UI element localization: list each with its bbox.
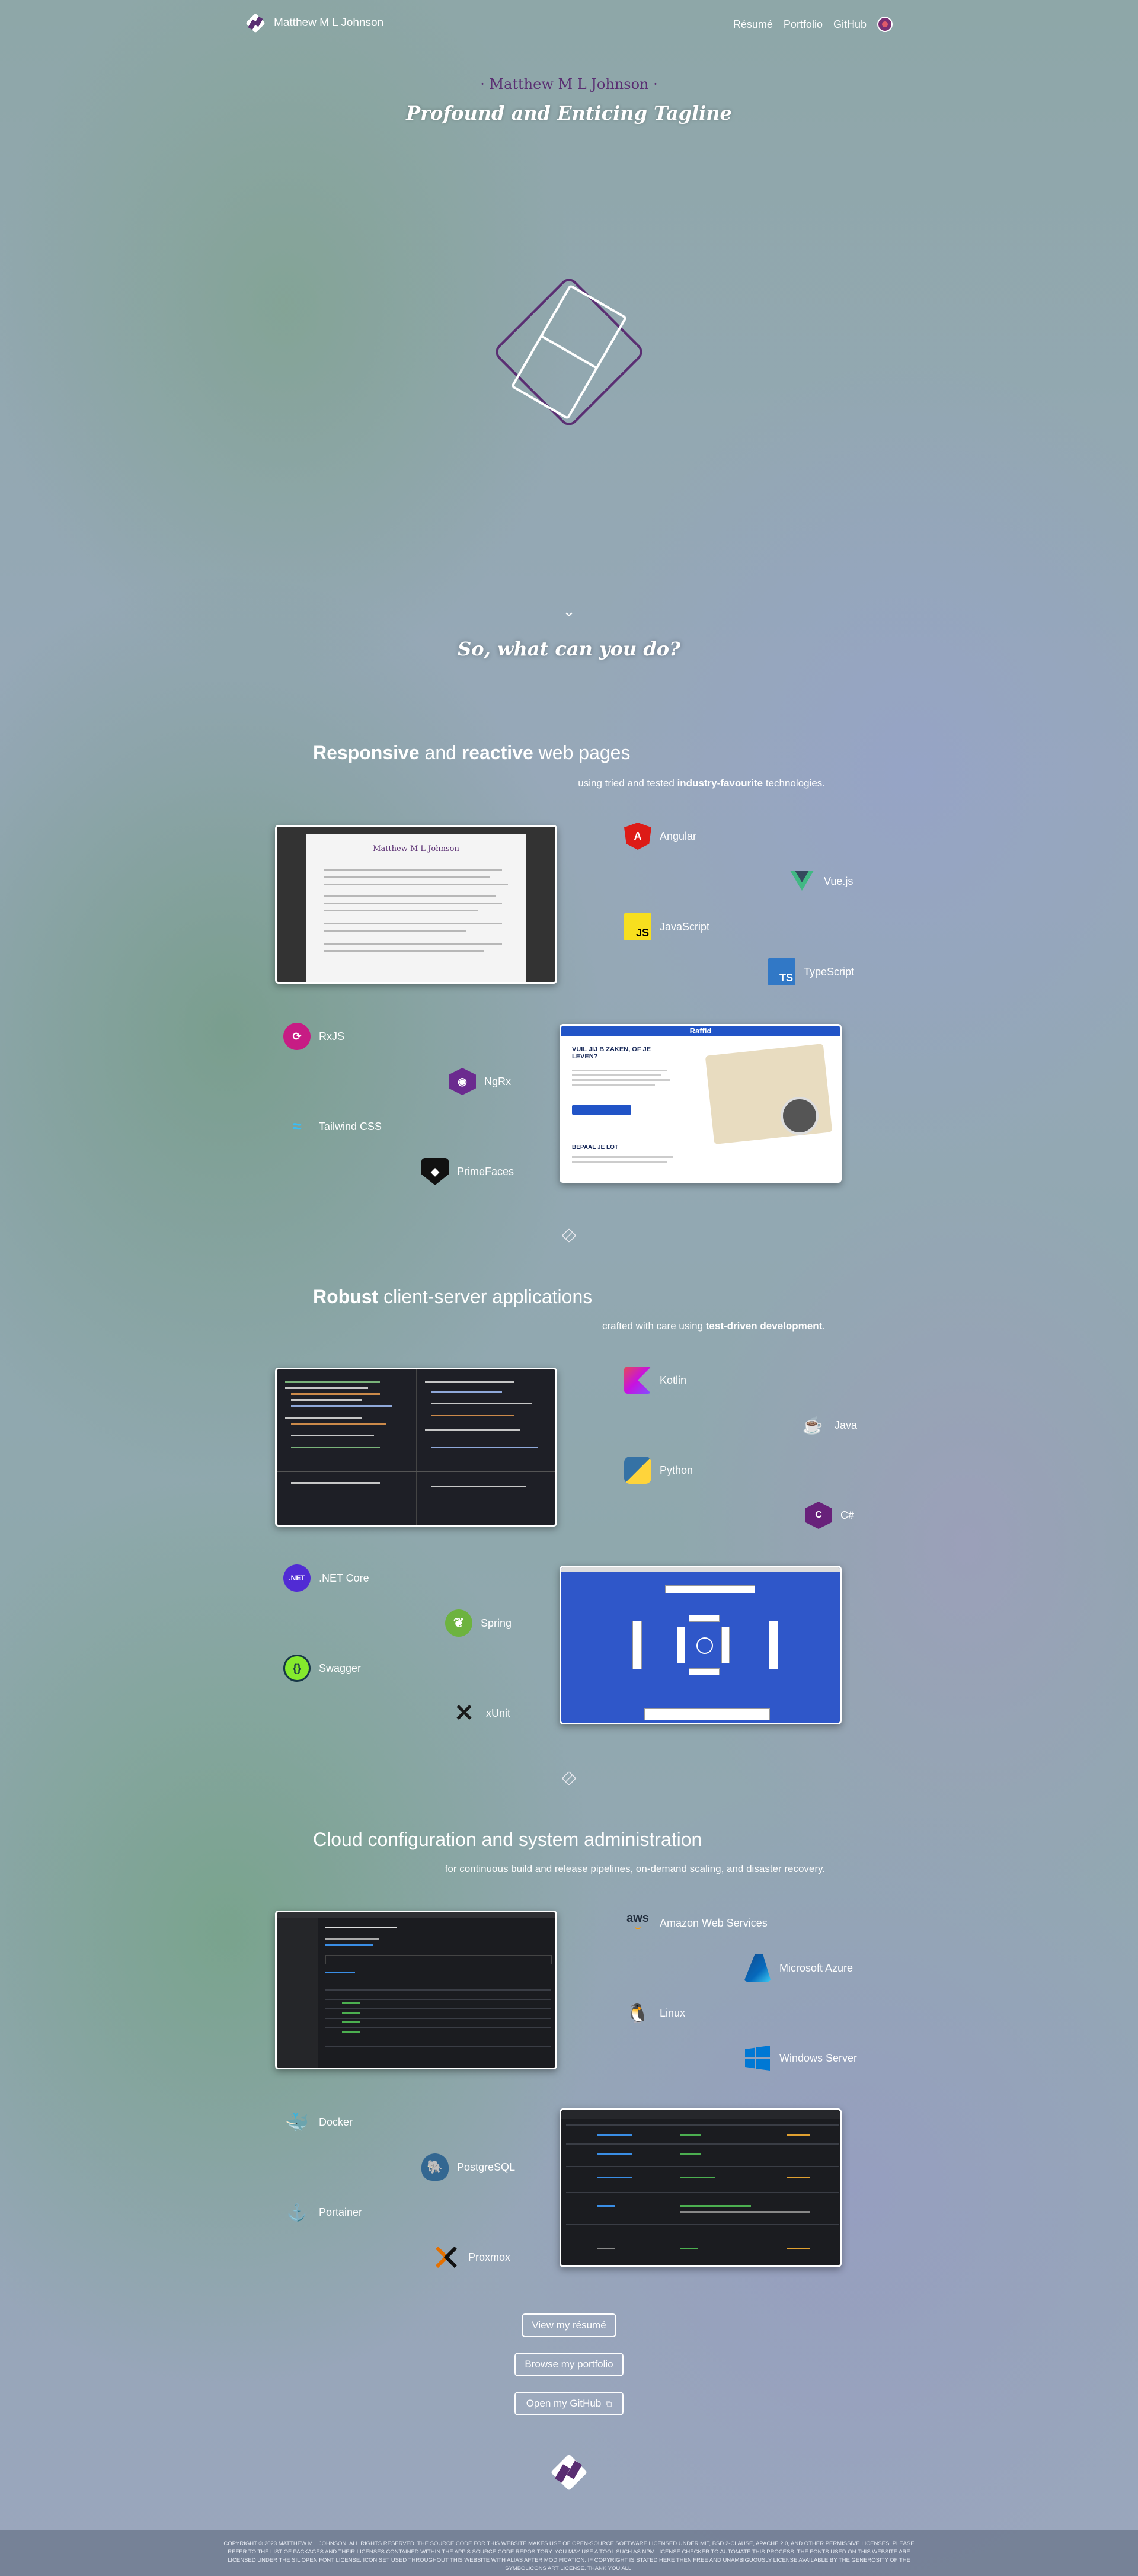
xunit-icon: ✕ — [454, 1700, 474, 1726]
tech-aws: aws ⌣ Amazon Web Services — [624, 1909, 768, 1937]
tech-primefaces: ◆ PrimeFaces — [421, 1158, 514, 1185]
tech-linux: 🐧 Linux — [624, 1999, 685, 2027]
screenshot-raffid: Raffid VUIL JIJ B ZAKEN, OF JE LEVEN? BE… — [560, 1024, 842, 1183]
chevron-down-icon[interactable]: ⌄ — [560, 602, 578, 620]
hero-logo-icon — [496, 279, 642, 425]
screenshot-mahjong — [560, 1566, 842, 1724]
open-github-button[interactable]: Open my GitHub ⧉ — [514, 2392, 624, 2415]
tech-angular: A Angular — [624, 823, 696, 850]
raffid-heading: VUIL JIJ B ZAKEN, OF JE LEVEN? — [572, 1046, 651, 1060]
windows-icon — [744, 2044, 771, 2072]
screenshot-azure-devops — [275, 1911, 557, 2069]
python-icon — [624, 1457, 651, 1484]
language-flag-icon[interactable] — [877, 17, 893, 32]
tech-ngrx: ◉ NgRx — [449, 1068, 511, 1095]
tech-windows-server: Windows Server — [744, 2044, 857, 2072]
ngrx-icon: ◉ — [449, 1068, 476, 1095]
tech-rxjs: ⟳ RxJS — [283, 1023, 344, 1050]
footer-logo-icon — [551, 2455, 587, 2490]
section-question: So, what can you do? — [458, 638, 680, 660]
nav-links: Résumé Portfolio GitHub — [733, 17, 893, 32]
tech-azure: Microsoft Azure — [744, 1954, 853, 1982]
tech-python: Python — [624, 1457, 693, 1484]
tech-typescript: TS TypeScript — [768, 958, 854, 985]
aws-icon: aws ⌣ — [626, 1912, 649, 1932]
swagger-icon: {} — [283, 1655, 311, 1682]
java-icon: ☕ — [802, 1416, 823, 1435]
tech-dotnet: .NET .NET Core — [283, 1564, 369, 1592]
open-github-label: Open my GitHub — [526, 2398, 602, 2409]
vue-icon — [788, 868, 816, 895]
browse-portfolio-button[interactable]: Browse my portfolio — [514, 2353, 624, 2376]
hero-tagline: Profound and Enticing Tagline — [406, 102, 732, 124]
raffid-logo-text: Raffid — [689, 1026, 712, 1035]
kotlin-icon — [624, 1367, 651, 1394]
csharp-icon: C — [805, 1502, 832, 1529]
tech-xunit: ✕ xUnit — [450, 1700, 510, 1727]
hero-name: · Matthew M L Johnson · — [480, 76, 658, 92]
tailwind-icon: ≈ — [292, 1117, 302, 1135]
javascript-icon: JS — [624, 913, 651, 940]
tech-portainer: ⚓ Portainer — [283, 2199, 362, 2226]
tech-javascript: JS JavaScript — [624, 913, 709, 940]
primefaces-icon: ◆ — [421, 1158, 449, 1185]
nav-link-resume[interactable]: Résumé — [733, 18, 773, 31]
divider-icon — [562, 1771, 576, 1785]
spring-icon: ❦ — [445, 1609, 472, 1637]
footer: COPYRIGHT © 2023 MATTHEW M L JOHNSON. AL… — [0, 2530, 1138, 2576]
screenshot-resume: Matthew M L Johnson — [275, 825, 557, 984]
resume-name-text: Matthew M L Johnson — [373, 844, 459, 853]
docker-icon: 🐳 — [285, 2111, 309, 2133]
raffid-heading-2: BEPAAL JE LOT — [572, 1144, 618, 1151]
proxmox-icon — [433, 2244, 460, 2271]
footer-copyright: COPYRIGHT © 2023 MATTHEW M L JOHNSON. AL… — [223, 2540, 915, 2572]
section-subtitle-apps: crafted with care using test-driven deve… — [602, 1320, 825, 1332]
tech-vue: Vue.js — [788, 868, 853, 895]
tech-docker: 🐳 Docker — [283, 2108, 353, 2136]
brand-link[interactable]: Matthew M L Johnson — [245, 13, 383, 33]
section-subtitle-web: using tried and tested industry-favourit… — [578, 777, 825, 789]
nav-link-portfolio[interactable]: Portfolio — [784, 18, 823, 31]
section-subtitle-cloud: for continuous build and release pipelin… — [445, 1863, 825, 1874]
tech-kotlin: Kotlin — [624, 1367, 686, 1394]
dotnet-icon: .NET — [283, 1564, 311, 1592]
screenshot-ide — [275, 1368, 557, 1527]
tech-postgresql: 🐘 PostgreSQL — [421, 2153, 515, 2181]
section-title-cloud: Cloud configuration and system administr… — [313, 1829, 702, 1850]
azure-icon — [744, 1954, 771, 1982]
linux-icon: 🐧 — [626, 2002, 650, 2024]
rxjs-icon: ⟳ — [283, 1023, 311, 1050]
tech-tailwind: ≈ Tailwind CSS — [283, 1113, 382, 1140]
section-title-web: Responsive and reactive web pages — [313, 742, 631, 763]
typescript-icon: TS — [768, 958, 795, 985]
tech-spring: ❦ Spring — [445, 1609, 512, 1637]
view-resume-button[interactable]: View my résumé — [522, 2313, 616, 2337]
angular-icon: A — [624, 823, 651, 850]
screenshot-pipelines — [560, 2108, 842, 2267]
external-link-icon: ⧉ — [606, 2398, 612, 2408]
tech-swagger: {} Swagger — [283, 1655, 361, 1682]
tech-proxmox: Proxmox — [433, 2244, 510, 2271]
postgresql-icon: 🐘 — [421, 2153, 449, 2181]
divider-icon — [562, 1228, 576, 1243]
tech-java: ☕ Java — [799, 1412, 857, 1439]
tech-csharp: C C# — [805, 1502, 854, 1529]
navbar: Matthew M L Johnson Résumé Portfolio Git… — [0, 0, 1138, 47]
portainer-icon: ⚓ — [286, 2203, 308, 2222]
brand-name: Matthew M L Johnson — [274, 17, 384, 29]
logo-icon — [246, 14, 265, 33]
section-title-apps: Robust client-server applications — [313, 1286, 593, 1307]
nav-link-github[interactable]: GitHub — [833, 18, 867, 31]
